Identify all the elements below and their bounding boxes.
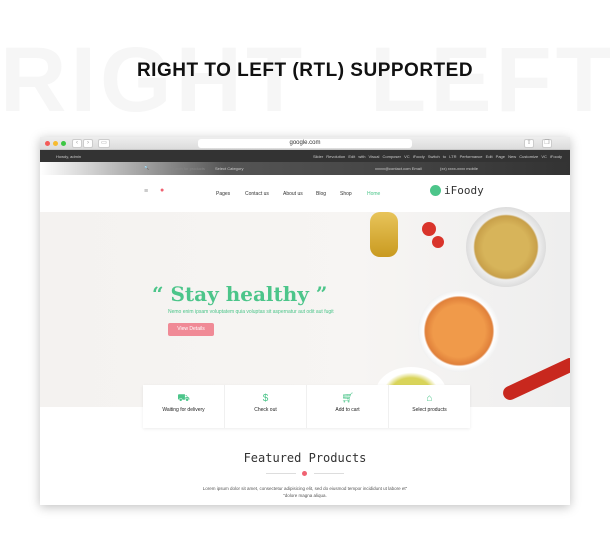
admin-item[interactable]: Slider Revolution: [313, 154, 345, 159]
divider-dot: [302, 471, 307, 476]
soup-bowl: [418, 290, 500, 372]
step-label: Waiting for delivery: [162, 407, 205, 413]
nav-contact[interactable]: Contact us: [245, 191, 269, 197]
nav-shop[interactable]: Shop: [340, 191, 352, 197]
browser-toolbar: ‹ › ▭ google.com ⇧ ❐: [40, 137, 570, 150]
divider: [266, 473, 296, 474]
featured-text-line: Lorem ipsum dolor sit amet, consectetur …: [202, 486, 408, 491]
search-icon[interactable]: 🔍: [144, 165, 149, 170]
hummus-plate: [466, 207, 546, 287]
hero-title: “ Stay healthy ”: [152, 282, 328, 306]
email-link[interactable]: xxxxx@contact.com Email: [375, 166, 422, 171]
menu-icon[interactable]: ≡: [144, 188, 148, 195]
basket-icon: ⌂: [426, 393, 433, 404]
forward-button[interactable]: ›: [83, 139, 93, 148]
step-select[interactable]: ⌂ Select products: [389, 385, 470, 428]
logo[interactable]: iFoody: [444, 184, 484, 197]
admin-item[interactable]: Edit with Visual Composer: [348, 154, 401, 159]
cart-icon: 🛒︎: [341, 393, 354, 404]
maximize-button[interactable]: [61, 141, 66, 146]
admin-item[interactable]: New: [508, 154, 516, 159]
truck-icon: ⛟: [177, 393, 190, 404]
minimize-button[interactable]: [53, 141, 58, 146]
admin-item[interactable]: Edit Page: [486, 154, 505, 159]
step-checkout[interactable]: $ Check out: [225, 385, 307, 428]
search-input[interactable]: Search for products: [170, 166, 205, 171]
view-details-button[interactable]: View Details: [168, 323, 214, 336]
admin-menu[interactable]: Slider Revolution Edit with Visual Compo…: [313, 154, 562, 159]
featured-text: Lorem ipsum dolor sit amet, consectetur …: [40, 485, 570, 499]
tomato: [432, 236, 444, 248]
payment-icon: $: [262, 393, 269, 404]
hero-banner: “ Stay healthy ” Nemo enim ipsam volupta…: [40, 207, 570, 417]
sidebar-icon[interactable]: ▭: [98, 139, 110, 148]
step-delivery[interactable]: ⛟ Waiting for delivery: [143, 385, 225, 428]
step-label: Check out: [254, 407, 277, 413]
featured-title: Featured Products: [243, 451, 367, 465]
admin-item[interactable]: Performance: [460, 154, 483, 159]
nav-about[interactable]: About us: [283, 191, 303, 197]
top-bar: 🔍 Search for products Select Category xx…: [40, 162, 570, 175]
share-icon[interactable]: ⇧: [524, 139, 534, 148]
close-button[interactable]: [45, 141, 50, 146]
admin-item[interactable]: Customize: [519, 154, 538, 159]
hero-subtitle: Nemo enim ipsam voluptatem quia voluptas…: [168, 309, 334, 315]
divider: [314, 473, 344, 474]
back-button[interactable]: ‹: [72, 139, 82, 148]
phone-link[interactable]: (xx) xxxx-xxxx mobile: [440, 166, 478, 171]
step-label: Add to cart: [335, 407, 360, 413]
admin-bar: Howdy, admin Slider Revolution Edit with…: [40, 150, 570, 162]
tabs-icon[interactable]: ❐: [542, 139, 552, 148]
step-label: Select products: [412, 407, 447, 413]
admin-greeting[interactable]: Howdy, admin: [56, 154, 81, 159]
address-bar[interactable]: google.com: [198, 139, 412, 148]
admin-item[interactable]: VC iFoody: [404, 154, 425, 159]
admin-item[interactable]: VC iFoody: [541, 154, 562, 159]
logo-icon: [430, 185, 441, 196]
headline: RIGHT TO LEFT (RTL) SUPPORTED: [136, 60, 474, 81]
cart-icon[interactable]: ●: [160, 187, 164, 194]
featured-text-line: "dolore magna aliqua.: [283, 493, 327, 498]
chili: [500, 355, 570, 403]
tomato: [422, 222, 436, 236]
main-nav: ≡ ● Pages Contact us About us Blog Shop …: [40, 175, 570, 211]
category-select[interactable]: Select Category: [215, 166, 243, 171]
oil-bottle: [370, 212, 398, 257]
admin-item[interactable]: Switch to LTR: [428, 154, 457, 159]
nav-pages[interactable]: Pages: [216, 191, 230, 197]
nav-blog[interactable]: Blog: [316, 191, 326, 197]
steps-bar: ⛟ Waiting for delivery $ Check out 🛒︎ Add t…: [143, 385, 470, 428]
step-cart[interactable]: 🛒︎ Add to cart: [307, 385, 389, 428]
nav-home[interactable]: Home: [367, 191, 380, 197]
browser-window: ‹ › ▭ google.com ⇧ ❐ Howdy, admin Slider…: [40, 137, 570, 505]
